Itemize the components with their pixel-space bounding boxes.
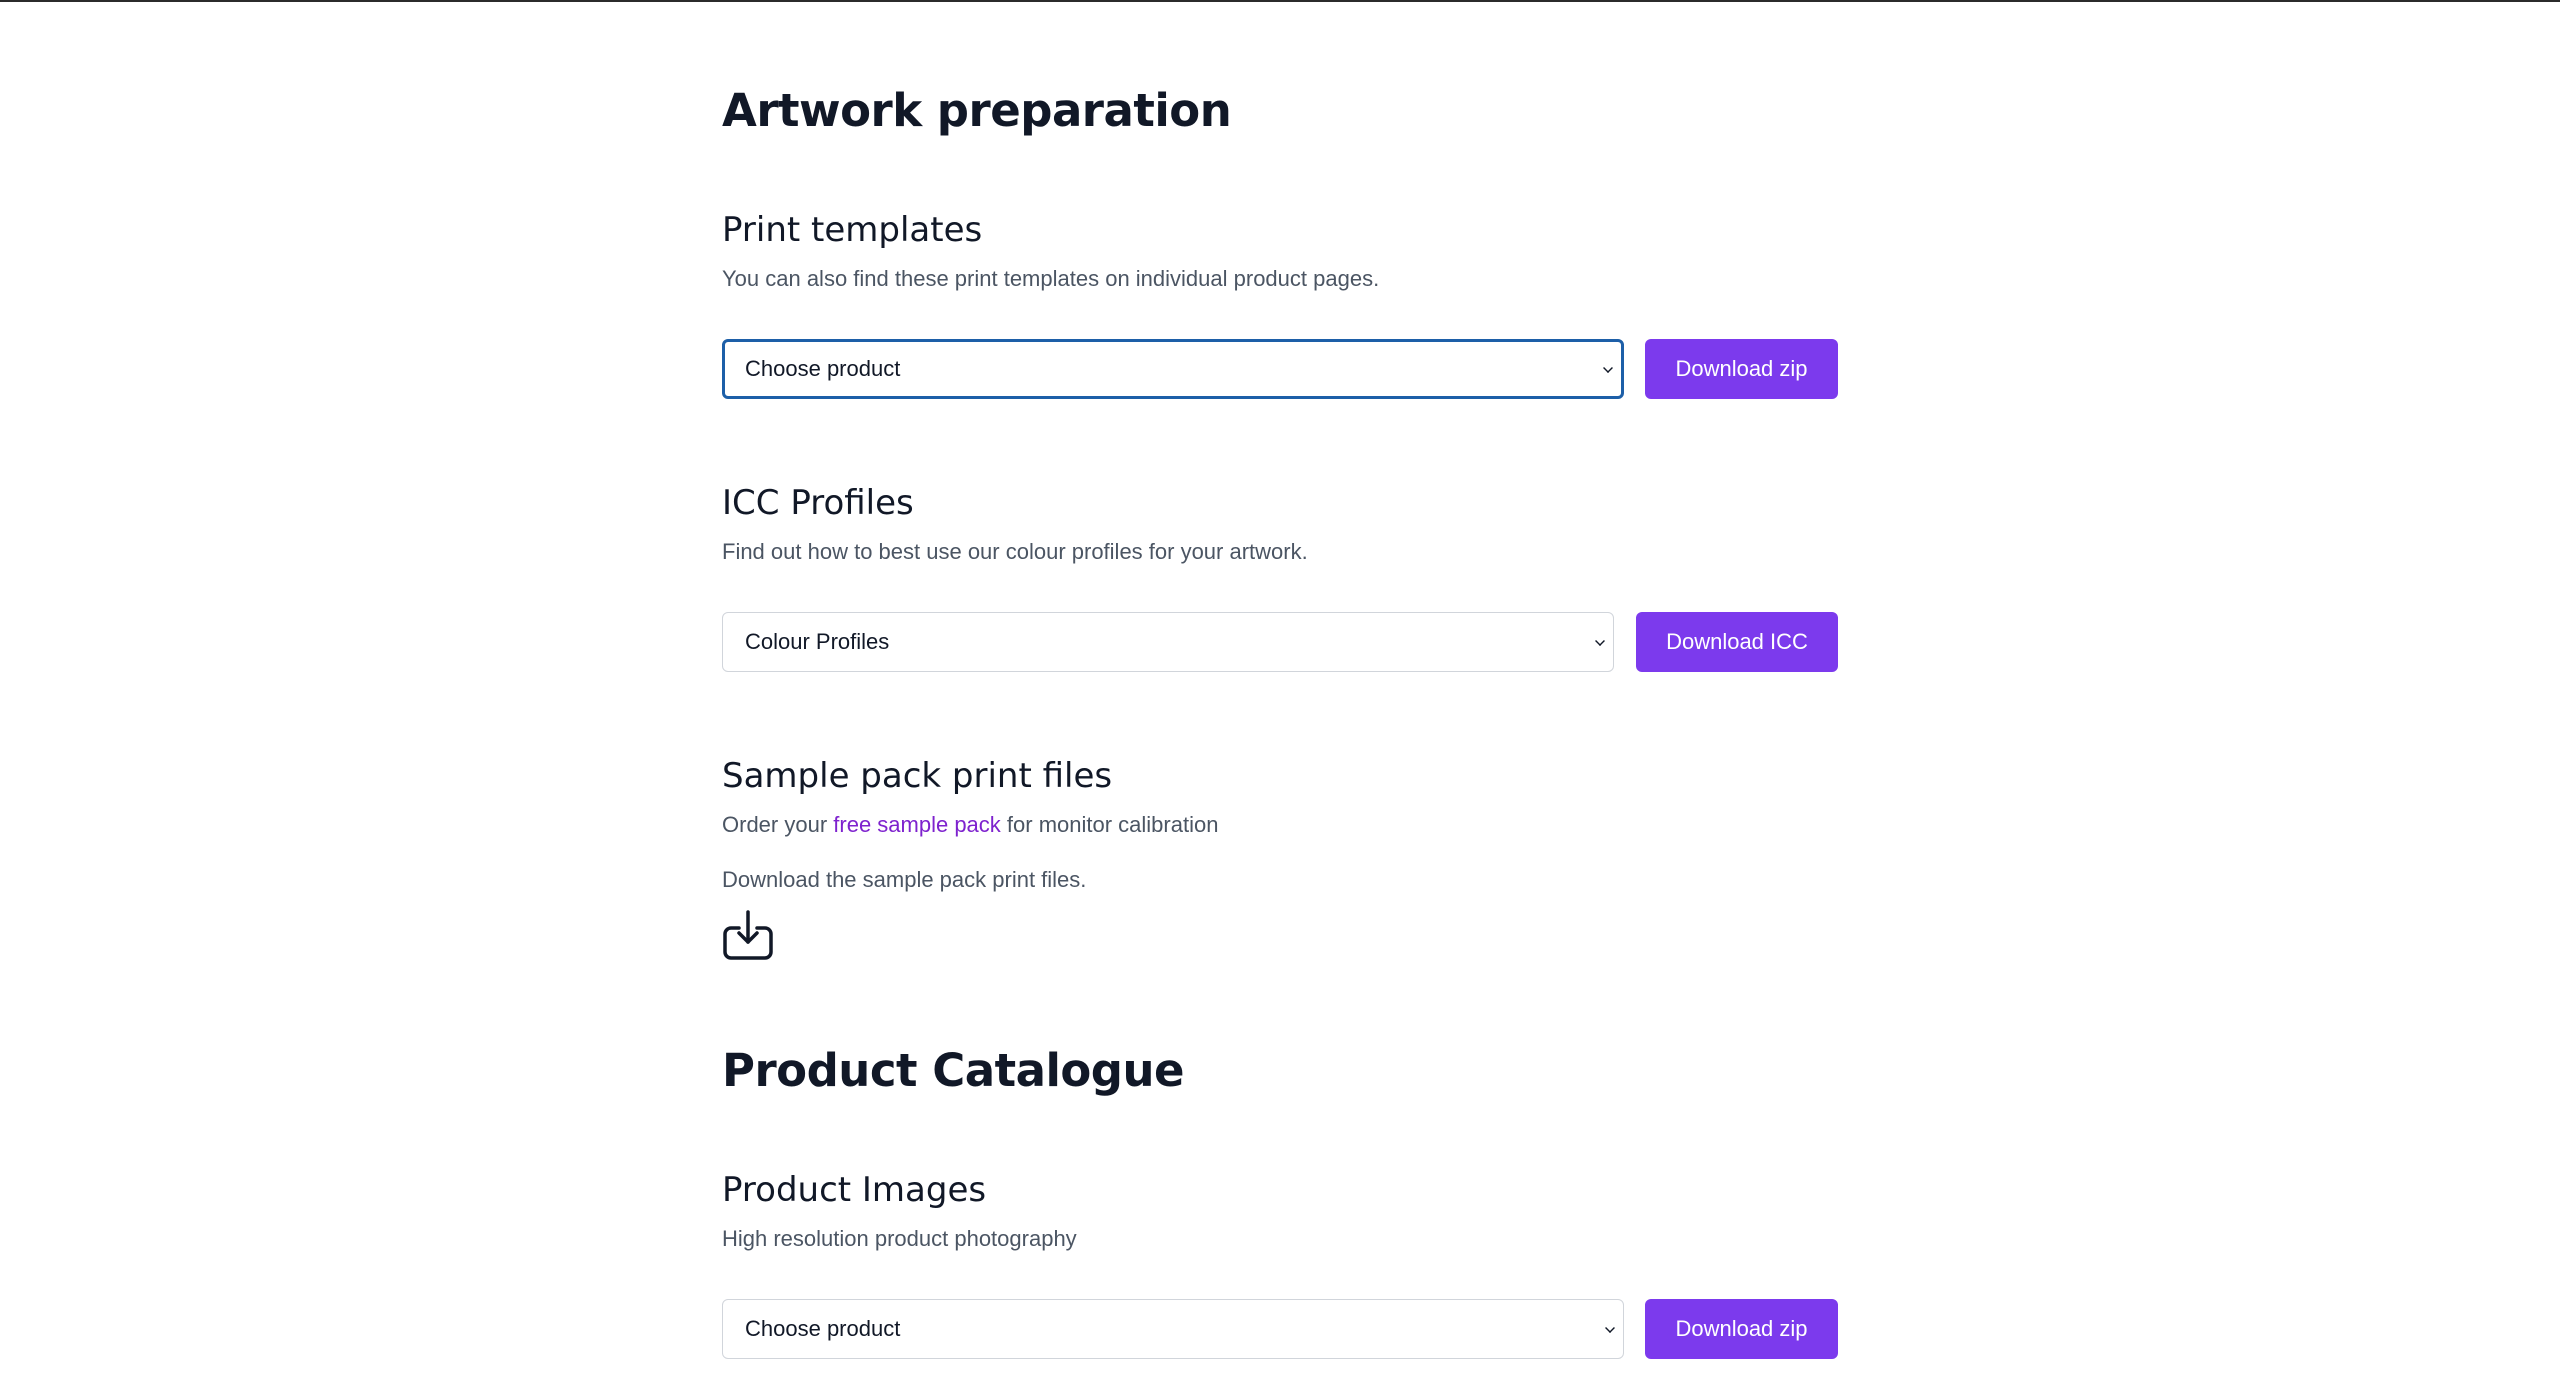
icc-select-value: Colour Profiles: [745, 629, 890, 654]
product-images-title: Product Images: [722, 1170, 987, 1210]
product-images-select-value: Choose product: [745, 1316, 901, 1341]
product-catalogue-heading: Product Catalogue: [722, 1044, 1185, 1097]
print-templates-product-select[interactable]: Choose product: [722, 339, 1624, 399]
artwork-preparation-heading: Artwork preparation: [722, 84, 1232, 137]
print-templates-description: You can also find these print templates …: [722, 266, 1380, 291]
sample-pack-order-text: Order your free sample pack for monitor …: [722, 812, 1218, 838]
print-templates-select-value: Choose product: [745, 356, 901, 381]
order-prefix: Order your: [722, 812, 834, 837]
print-templates-download-zip-button[interactable]: Download zip: [1645, 339, 1838, 399]
download-icc-button[interactable]: Download ICC: [1636, 612, 1838, 672]
sample-pack-download-text: Download the sample pack print files.: [722, 867, 1087, 892]
icc-profiles-description: Find out how to best use our colour prof…: [722, 539, 1308, 564]
chevron-down-icon: [1603, 363, 1613, 373]
free-sample-pack-link[interactable]: free sample pack: [833, 812, 1001, 837]
product-images-download-zip-button[interactable]: Download zip: [1645, 1299, 1838, 1359]
chevron-down-icon: [1605, 1323, 1615, 1333]
product-images-product-select[interactable]: Choose product: [722, 1299, 1624, 1359]
icc-profiles-title: ICC Profiles: [722, 483, 914, 523]
product-images-description: High resolution product photography: [722, 1226, 1077, 1251]
sample-pack-title: Sample pack print files: [722, 756, 1113, 796]
download-tray-icon[interactable]: [722, 910, 774, 962]
chevron-down-icon: [1595, 636, 1605, 646]
icc-colour-profiles-select[interactable]: Colour Profiles: [722, 612, 1614, 672]
order-suffix: for monitor calibration: [1000, 812, 1219, 837]
print-templates-title: Print templates: [722, 210, 983, 250]
top-border: [0, 0, 2560, 2]
